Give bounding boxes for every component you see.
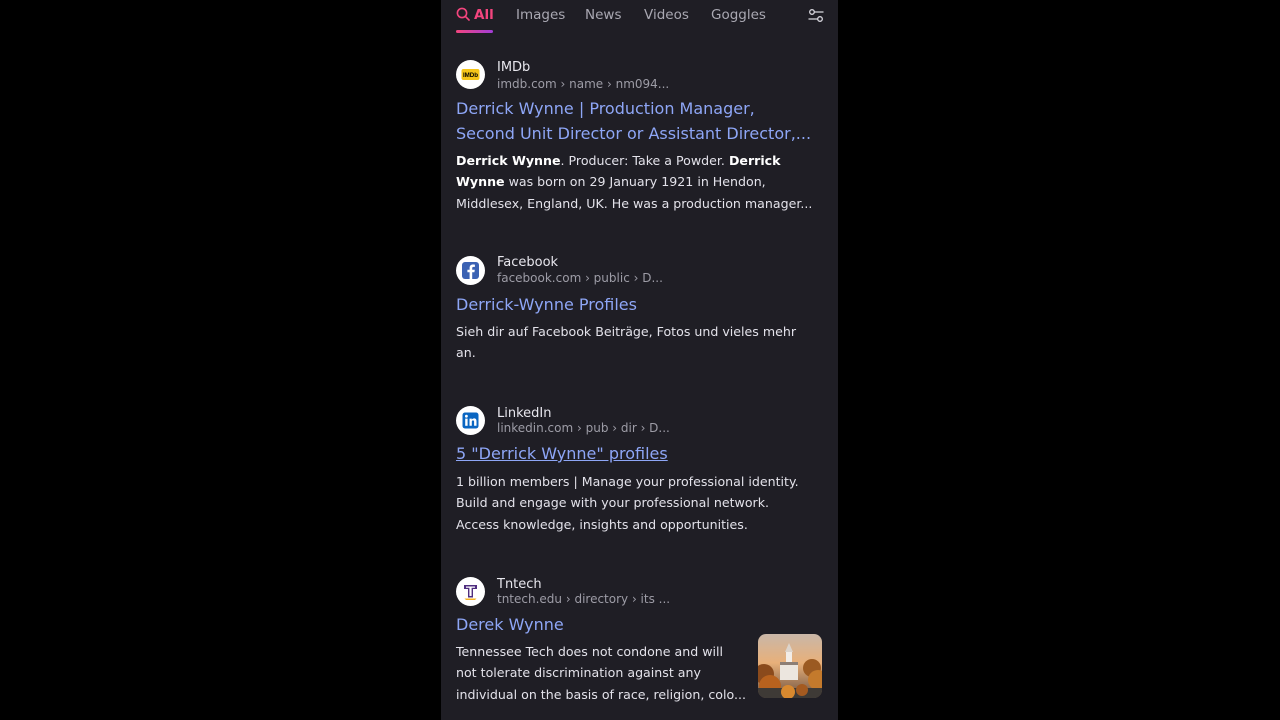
- result-title-link[interactable]: Derrick Wynne | Production Manager, Seco…: [456, 96, 811, 146]
- result-title-line: Second Unit Director or Assistant Direct…: [456, 124, 812, 143]
- search-result-imdb: IMDb IMDb imdb.com › name › nm094... Der…: [456, 60, 823, 220]
- result-breadcrumb[interactable]: facebook.com › public › D...: [497, 271, 663, 285]
- result-snippet: Sieh dir auf Facebook Beiträge, Fotos un…: [456, 321, 796, 364]
- snippet-text: Sieh dir auf Facebook Beiträge, Fotos un…: [456, 324, 797, 339]
- tab-news[interactable]: News: [585, 7, 621, 23]
- result-title-link[interactable]: Derek Wynne: [456, 612, 564, 637]
- result-title-link[interactable]: 5 "Derrick Wynne" profiles: [456, 441, 668, 466]
- highlight-term: Derrick Wynne: [456, 153, 561, 168]
- svg-text:IMDb: IMDb: [463, 72, 478, 79]
- tab-goggles[interactable]: Goggles: [711, 7, 766, 23]
- snippet-text: was born on 29 January 1921 in Hendon,: [504, 174, 766, 190]
- tab-videos[interactable]: Videos: [644, 7, 689, 23]
- result-site-name: IMDb: [497, 60, 531, 75]
- snippet-text: . Producer: Take a Powder.: [560, 153, 729, 168]
- tntech-icon: [456, 577, 485, 606]
- snippet-text: Build and engage with your professional …: [456, 495, 769, 511]
- snippet-text: Access knowledge, insights and opportuni…: [456, 516, 748, 532]
- result-breadcrumb[interactable]: imdb.com › name › nm094...: [497, 77, 669, 91]
- search-results-screen: All Images News Videos Goggles IMDb IMDb…: [441, 0, 838, 720]
- highlight-term: Wynne: [456, 174, 505, 190]
- search-result-tntech: Tntech tntech.edu › directory › its ... …: [456, 577, 823, 720]
- facebook-icon: [456, 256, 485, 285]
- linkedin-icon: [456, 406, 485, 435]
- snippet-text: an.: [456, 345, 476, 361]
- snippet-text: Middlesex, England, UK. He was a product…: [456, 195, 813, 211]
- search-result-facebook: Facebook facebook.com › public › D... De…: [456, 255, 823, 366]
- tab-all-label: All: [474, 7, 494, 23]
- tab-images[interactable]: Images: [516, 7, 565, 23]
- result-snippet: Derrick Wynne. Producer: Take a Powder. …: [456, 150, 812, 214]
- result-thumbnail[interactable]: [758, 634, 822, 698]
- result-title-line: Derrick Wynne | Production Manager,: [456, 99, 755, 118]
- result-breadcrumb[interactable]: linkedin.com › pub › dir › D...: [497, 421, 670, 435]
- snippet-text: not tolerate discrimination against any: [456, 665, 701, 681]
- active-tab-indicator: [456, 30, 493, 33]
- result-site-name: Facebook: [497, 255, 559, 270]
- filter-settings-icon[interactable]: [807, 7, 825, 25]
- tab-all[interactable]: All: [456, 7, 494, 25]
- snippet-text: Tennessee Tech does not condone and will: [456, 644, 724, 659]
- search-result-linkedin: LinkedIn linkedin.com › pub › dir › D...…: [456, 406, 823, 536]
- snippet-text: 1 billion members | Manage your professi…: [456, 474, 799, 489]
- highlight-term: Derrick: [728, 153, 781, 168]
- result-snippet: 1 billion members | Manage your professi…: [456, 471, 799, 535]
- result-title-link[interactable]: Derrick-Wynne Profiles: [456, 292, 637, 317]
- result-site-name: LinkedIn: [497, 406, 552, 421]
- result-breadcrumb[interactable]: tntech.edu › directory › its ...: [497, 592, 670, 606]
- search-icon: [456, 7, 470, 25]
- imdb-icon: IMDb: [456, 60, 485, 89]
- snippet-text: individual on the basis of race, religio…: [456, 686, 746, 702]
- result-snippet: Tennessee Tech does not condone and will…: [456, 641, 746, 705]
- result-site-name: Tntech: [497, 577, 542, 592]
- tab-bar: All Images News Videos Goggles: [441, 0, 838, 40]
